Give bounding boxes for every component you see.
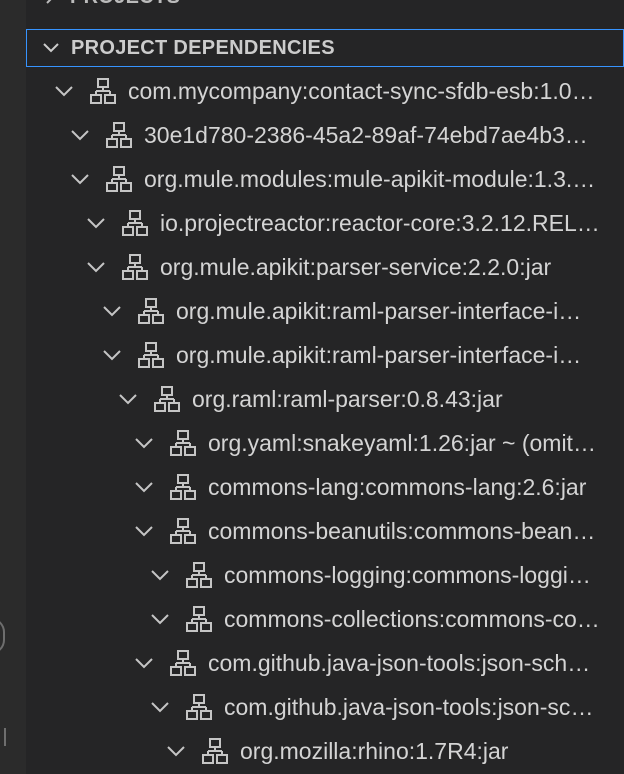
tree-item[interactable]: 30e1d780-2386-45a2-89af-74ebd7ae4b36:sal… <box>26 113 624 157</box>
tree-item[interactable]: org.mule.apikit:raml-parser-interface-im… <box>26 289 624 333</box>
chevron-down-icon[interactable] <box>84 211 108 235</box>
tree-item-label: com.github.java-json-tools:json-schema-v… <box>208 649 624 676</box>
chevron-down-icon[interactable] <box>84 255 108 279</box>
dependency-tree: com.mycompany:contact-sync-sfdb-esb:1.0.… <box>26 69 624 773</box>
tree-item[interactable]: org.mule.apikit:raml-parser-interface-im… <box>26 333 624 377</box>
tree-item-label: com.mycompany:contact-sync-sfdb-esb:1.0.… <box>128 77 624 104</box>
section-title-projects: PROJECTS <box>70 0 180 9</box>
tree-item-label: org.mule.apikit:raml-parser-interface-im… <box>176 297 624 324</box>
tree-item-label: org.mule.apikit:parser-service:2.2.0:jar <box>160 253 552 280</box>
chevron-down-icon[interactable] <box>116 387 140 411</box>
dependency-node-icon <box>168 648 198 678</box>
chevron-down-icon[interactable] <box>100 299 124 323</box>
tree-item-label: commons-collections:commons-collections:… <box>224 605 624 632</box>
chevron-down-icon[interactable] <box>148 695 172 719</box>
tree-item-label: com.github.java-json-tools:json-schema-c… <box>224 693 624 720</box>
dependency-node-icon <box>120 208 150 238</box>
chevron-down-icon[interactable] <box>132 431 156 455</box>
tree-item[interactable]: commons-logging:commons-logging:1.2:jar <box>26 553 624 597</box>
tree-item-label: commons-lang:commons-lang:2.6:jar <box>208 473 587 500</box>
dependency-node-icon <box>136 340 166 370</box>
tree-item[interactable]: org.mozilla:rhino:1.7R4:jar <box>26 729 624 773</box>
tree-item[interactable]: com.mycompany:contact-sync-sfdb-esb:1.0.… <box>26 69 624 113</box>
tree-item[interactable]: com.github.java-json-tools:json-schema-v… <box>26 641 624 685</box>
chevron-down-icon[interactable] <box>132 519 156 543</box>
tree-item-label: io.projectreactor:reactor-core:3.2.12.RE… <box>160 209 624 236</box>
chevron-right-icon <box>26 0 70 6</box>
tree-item[interactable]: org.mule.modules:mule-apikit-module:1.3.… <box>26 157 624 201</box>
dependency-node-icon <box>88 76 118 106</box>
dependency-node-icon <box>104 164 134 194</box>
tree-item-label: 30e1d780-2386-45a2-89af-74ebd7ae4b36:sal… <box>144 121 624 148</box>
tree-item-label: commons-beanutils:commons-beanutils:1.9.… <box>208 517 624 544</box>
dependency-node-icon <box>152 384 182 414</box>
tree-item[interactable]: org.raml:raml-parser:0.8.43:jar <box>26 377 624 421</box>
tree-item[interactable]: io.projectreactor:reactor-core:3.2.12.RE… <box>26 201 624 245</box>
dependency-node-icon <box>184 560 214 590</box>
activity-bar-partial-icon[interactable] <box>0 618 5 654</box>
tree-item[interactable]: commons-beanutils:commons-beanutils:1.9.… <box>26 509 624 553</box>
chevron-down-icon[interactable] <box>132 475 156 499</box>
dependency-node-icon <box>168 472 198 502</box>
dependency-node-icon <box>200 736 230 766</box>
tree-item[interactable]: org.mule.apikit:parser-service:2.2.0:jar <box>26 245 624 289</box>
tree-item-label: org.raml:raml-parser:0.8.43:jar <box>192 385 503 412</box>
chevron-down-icon[interactable] <box>100 343 124 367</box>
chevron-down-icon[interactable] <box>148 607 172 631</box>
activity-bar <box>0 0 26 774</box>
dependency-node-icon <box>120 252 150 282</box>
dependency-node-icon <box>104 120 134 150</box>
dependency-node-icon <box>168 428 198 458</box>
tree-item-label: org.yaml:snakeyaml:1.26:jar ~ (omitted f… <box>208 429 624 456</box>
dependency-node-icon <box>184 692 214 722</box>
dependency-node-icon <box>136 296 166 326</box>
tree-item-label: org.mozilla:rhino:1.7R4:jar <box>240 737 509 764</box>
section-header-projects[interactable]: PROJECTS <box>26 0 624 16</box>
chevron-down-icon[interactable] <box>164 739 188 763</box>
chevron-down-icon[interactable] <box>148 563 172 587</box>
section-header-project-dependencies[interactable]: PROJECT DEPENDENCIES <box>26 29 624 67</box>
tree-item[interactable]: commons-collections:commons-collections:… <box>26 597 624 641</box>
chevron-down-icon[interactable] <box>132 651 156 675</box>
activity-bar-partial-icon-2[interactable] <box>0 728 6 746</box>
tree-item-label: org.mule.modules:mule-apikit-module:1.3.… <box>144 165 624 192</box>
tree-item-label: commons-logging:commons-logging:1.2:jar <box>224 561 624 588</box>
tree-item[interactable]: com.github.java-json-tools:json-schema-c… <box>26 685 624 729</box>
dependency-node-icon <box>184 604 214 634</box>
chevron-down-icon[interactable] <box>68 167 92 191</box>
tree-item[interactable]: commons-lang:commons-lang:2.6:jar <box>26 465 624 509</box>
chevron-down-icon[interactable] <box>68 123 92 147</box>
chevron-down-icon <box>27 38 71 58</box>
chevron-down-icon[interactable] <box>52 79 76 103</box>
tree-item[interactable]: org.yaml:snakeyaml:1.26:jar ~ (omitted f… <box>26 421 624 465</box>
section-title-project-dependencies: PROJECT DEPENDENCIES <box>71 36 335 59</box>
explorer-sidebar: PROJECTS PROJECT DEPENDENCIES com.mycomp… <box>26 0 624 774</box>
dependency-node-icon <box>168 516 198 546</box>
tree-item-label: org.mule.apikit:raml-parser-interface-im… <box>176 341 624 368</box>
